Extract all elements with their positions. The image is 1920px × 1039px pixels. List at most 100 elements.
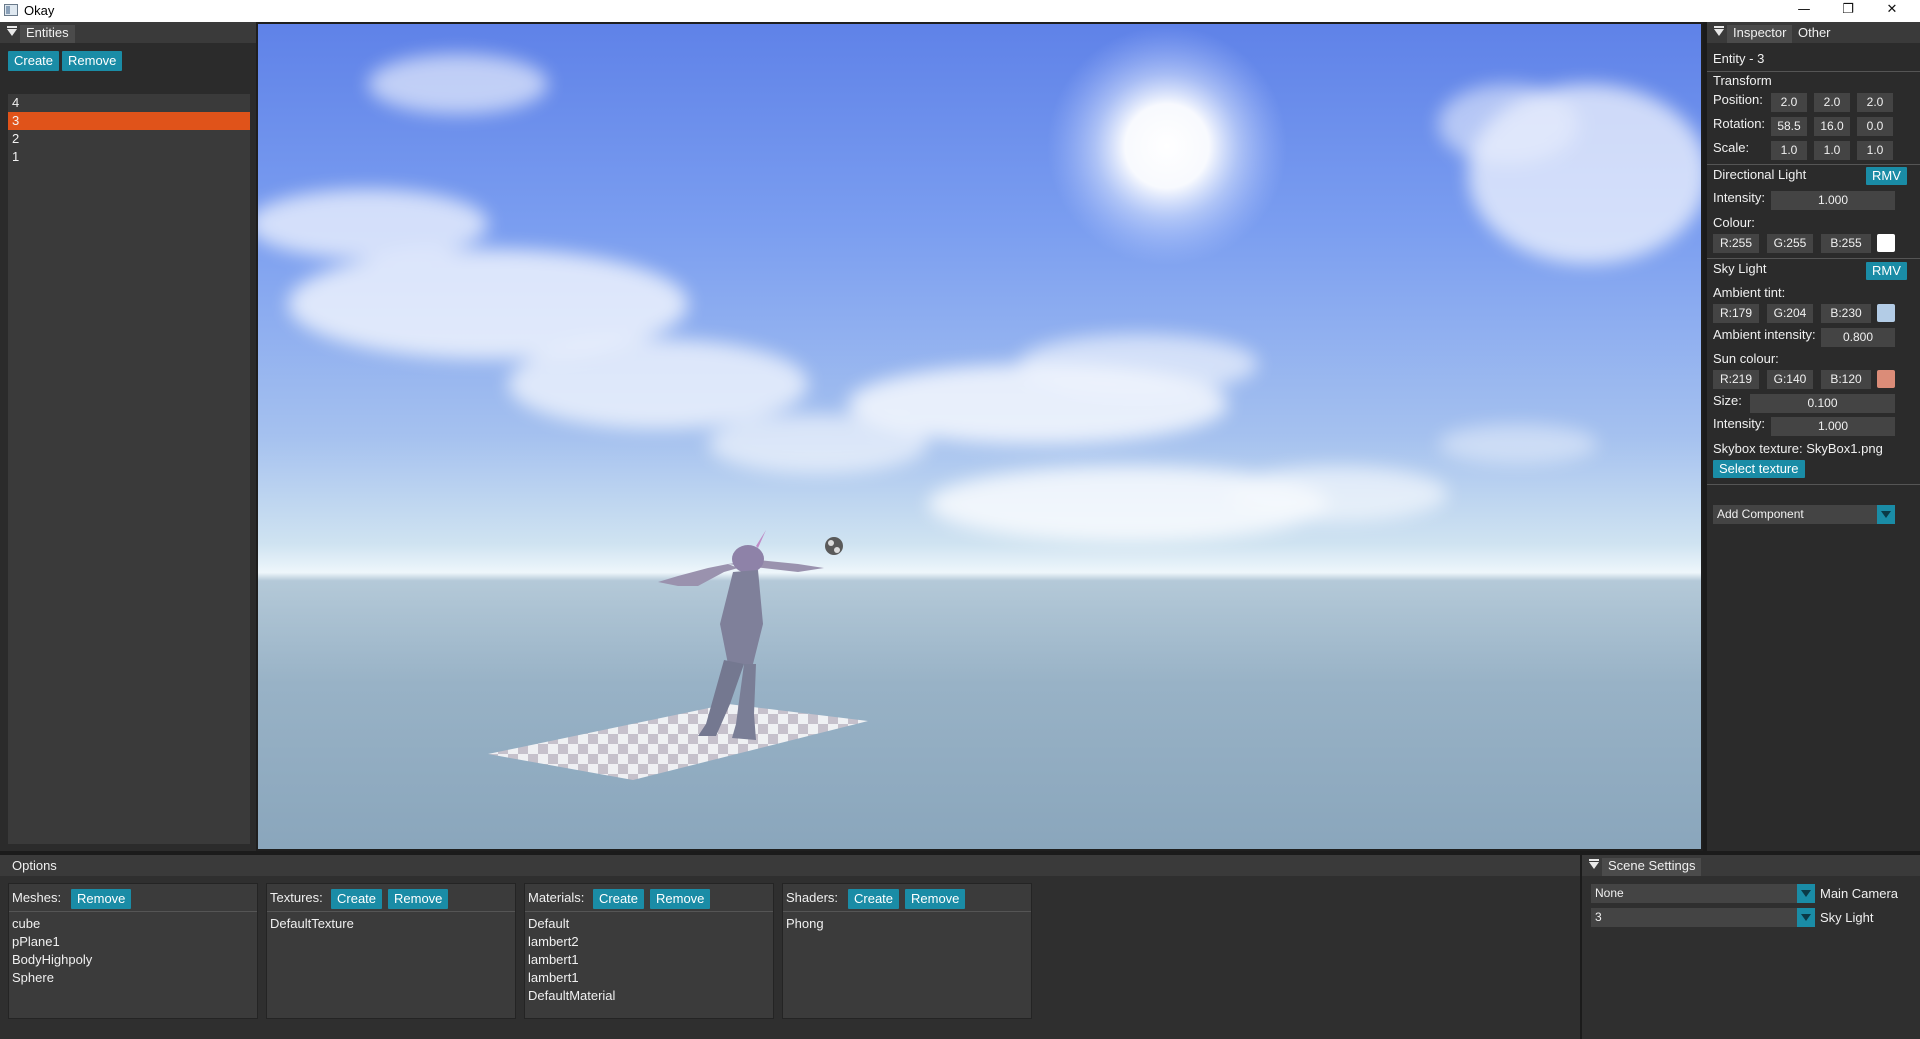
sun: [1047, 26, 1287, 266]
list-item[interactable]: Sphere: [12, 970, 54, 985]
transform-title: Transform: [1713, 73, 1772, 88]
divider: [9, 911, 257, 912]
size-field[interactable]: 0.100: [1750, 394, 1895, 413]
ambient-tint-b-field[interactable]: B:230: [1821, 304, 1871, 323]
remove-entity-button[interactable]: Remove: [62, 51, 123, 71]
sun-colour-r-field[interactable]: R:219: [1713, 370, 1759, 389]
minimize-button[interactable]: —: [1782, 0, 1826, 22]
ambient-tint-swatch[interactable]: [1877, 304, 1895, 322]
close-button[interactable]: ✕: [1870, 0, 1914, 22]
list-item[interactable]: pPlane1: [12, 934, 60, 949]
materials-label: Materials:: [528, 890, 585, 905]
create-shader-button[interactable]: Create: [848, 889, 900, 909]
position-label: Position:: [1713, 92, 1763, 107]
directional-intensity-label: Intensity:: [1713, 190, 1766, 205]
ambient-tint-r-field[interactable]: R:179: [1713, 304, 1759, 323]
tab-inspector[interactable]: Inspector: [1727, 25, 1793, 43]
entity-list-item[interactable]: 4: [8, 94, 250, 112]
options-panel-title: Options: [12, 858, 57, 873]
sky-intensity-field[interactable]: 1.000: [1771, 417, 1895, 436]
list-item[interactable]: DefaultMaterial: [528, 988, 615, 1003]
colour-swatch[interactable]: [1877, 234, 1895, 252]
skybox-texture-label: Skybox texture: SkyBox1.png: [1713, 441, 1883, 456]
list-item[interactable]: DefaultTexture: [270, 916, 354, 931]
divider: [267, 911, 515, 912]
list-item[interactable]: BodyHighpoly: [12, 952, 92, 967]
scale-x-field[interactable]: 1.0: [1771, 141, 1807, 160]
collapse-arrow-icon[interactable]: [1714, 26, 1724, 36]
scale-z-field[interactable]: 1.0: [1857, 141, 1893, 160]
inspector-panel: Inspector Other Entity - 3 Transform Pos…: [1707, 22, 1920, 851]
scene-viewport[interactable]: [256, 22, 1703, 851]
scale-label: Scale:: [1713, 140, 1750, 155]
tab-other[interactable]: Other: [1792, 25, 1837, 43]
divider: [525, 911, 773, 912]
meshes-label: Meshes:: [12, 890, 62, 905]
entity-list: 4 3 2 1: [8, 94, 250, 844]
remove-sky-light-button[interactable]: RMV: [1866, 262, 1907, 280]
sun-colour-g-field[interactable]: G:140: [1767, 370, 1813, 389]
scene-render: [258, 26, 1701, 780]
entity-title: Entity - 3: [1713, 51, 1765, 66]
divider: [783, 911, 1031, 912]
sphere-model: [825, 537, 843, 555]
position-y-field[interactable]: 2.0: [1814, 93, 1850, 112]
ambient-tint-g-field[interactable]: G:204: [1767, 304, 1813, 323]
collapse-arrow-icon[interactable]: [7, 26, 17, 36]
options-panel-header: Options: [0, 855, 1580, 876]
scene-settings-title[interactable]: Scene Settings: [1602, 858, 1702, 876]
select-texture-button[interactable]: Select texture: [1713, 460, 1805, 478]
sun-colour-b-field[interactable]: B:120: [1821, 370, 1871, 389]
sun-colour-label: Sun colour:: [1713, 351, 1779, 366]
colour-g-field[interactable]: G:255: [1767, 234, 1813, 253]
restore-button[interactable]: ❐: [1826, 0, 1870, 22]
ambient-tint-label: Ambient tint:: [1713, 285, 1786, 300]
window-title: Okay: [24, 3, 55, 18]
create-texture-button[interactable]: Create: [331, 889, 383, 909]
collapse-arrow-icon[interactable]: [1589, 859, 1599, 869]
remove-texture-button[interactable]: Remove: [388, 889, 449, 909]
position-z-field[interactable]: 2.0: [1857, 93, 1893, 112]
remove-mesh-button[interactable]: Remove: [71, 889, 132, 909]
list-item[interactable]: lambert2: [528, 934, 579, 949]
title-bar: Okay — ❐ ✕: [0, 0, 1920, 22]
list-item[interactable]: lambert1: [528, 970, 579, 985]
list-item[interactable]: Phong: [786, 916, 824, 931]
sky-light-select[interactable]: 3: [1591, 908, 1797, 927]
rotation-label: Rotation:: [1713, 116, 1766, 131]
sun-colour-swatch[interactable]: [1877, 370, 1895, 388]
create-material-button[interactable]: Create: [593, 889, 645, 909]
inspector-panel-header: Inspector Other: [1707, 22, 1920, 43]
chevron-down-icon[interactable]: [1877, 505, 1895, 524]
entity-list-item[interactable]: 2: [8, 130, 250, 148]
chevron-down-icon[interactable]: [1797, 884, 1815, 903]
rotation-y-field[interactable]: 16.0: [1814, 117, 1850, 136]
list-item[interactable]: Default: [528, 916, 569, 931]
position-x-field[interactable]: 2.0: [1771, 93, 1807, 112]
clouds: [258, 54, 1701, 542]
colour-r-field[interactable]: R:255: [1713, 234, 1759, 253]
directional-intensity-field[interactable]: 1.000: [1771, 191, 1895, 210]
scale-y-field[interactable]: 1.0: [1814, 141, 1850, 160]
create-entity-button[interactable]: Create: [8, 51, 60, 71]
divider: [1707, 484, 1920, 485]
list-item[interactable]: lambert1: [528, 952, 579, 967]
remove-directional-light-button[interactable]: RMV: [1866, 167, 1907, 185]
main-camera-select[interactable]: None: [1591, 884, 1797, 903]
entity-list-item-selected[interactable]: 3: [8, 112, 250, 130]
ambient-intensity-field[interactable]: 0.800: [1821, 328, 1895, 347]
add-component-dropdown[interactable]: Add Component: [1713, 505, 1877, 524]
entities-panel-header[interactable]: Entities: [0, 22, 256, 43]
entities-panel-title[interactable]: Entities: [20, 25, 75, 43]
rotation-x-field[interactable]: 58.5: [1771, 117, 1807, 136]
remove-shader-button[interactable]: Remove: [905, 889, 966, 909]
colour-b-field[interactable]: B:255: [1821, 234, 1871, 253]
shaders-label: Shaders:: [786, 890, 839, 905]
options-panel: Options Meshes: Remove cube pPlane1 Body…: [0, 855, 1580, 1039]
chevron-down-icon[interactable]: [1797, 908, 1815, 927]
app-icon: [4, 4, 18, 16]
list-item[interactable]: cube: [12, 916, 40, 931]
rotation-z-field[interactable]: 0.0: [1857, 117, 1893, 136]
remove-material-button[interactable]: Remove: [650, 889, 711, 909]
entity-list-item[interactable]: 1: [8, 148, 250, 166]
